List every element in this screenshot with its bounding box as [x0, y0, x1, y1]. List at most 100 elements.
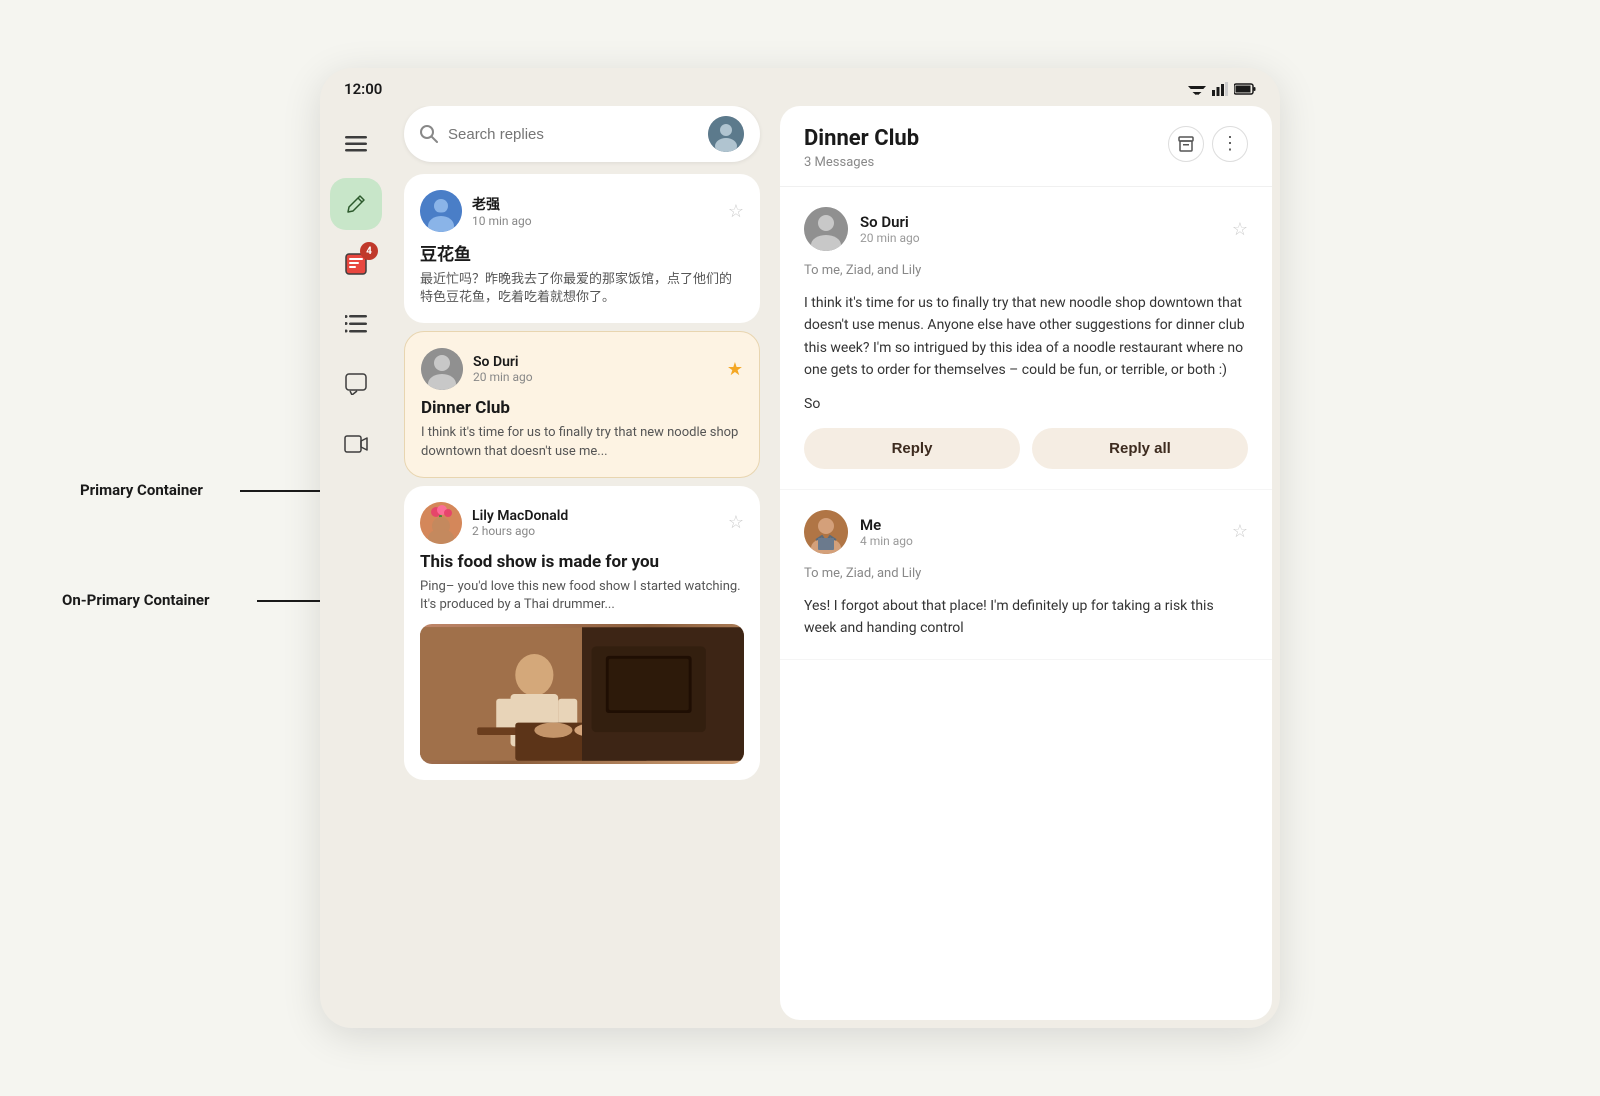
archive-icon: [1178, 136, 1194, 152]
sidebar-list-button[interactable]: [330, 298, 382, 350]
message-1-signature: So: [804, 396, 1248, 412]
phone-container: 12:00: [320, 68, 1280, 1028]
search-icon: [420, 125, 438, 143]
email-subject-2: Dinner Club: [421, 398, 743, 418]
message-1-to: To me, Ziad, and Lily: [804, 263, 1248, 278]
signal-icon: [1212, 82, 1228, 96]
status-icons: [1188, 82, 1256, 96]
sender-time-3: 2 hours ago: [472, 524, 568, 538]
main-area: 4: [320, 106, 1280, 1028]
annotation-primary-container: Primary Container: [80, 480, 203, 499]
star-icon-2[interactable]: ★: [727, 359, 743, 380]
message-avatar-so-duri: [804, 207, 848, 251]
star-icon-3[interactable]: ☆: [728, 512, 744, 533]
annotation-primary-label: Primary Container: [80, 481, 203, 499]
sender-details-1: 老强 10 min ago: [472, 194, 532, 228]
annotation-on-primary-container: On-Primary Container: [62, 590, 209, 609]
message-card-1: So Duri 20 min ago ☆ To me, Ziad, and Li…: [780, 187, 1272, 490]
email-card-2-header: So Duri 20 min ago ★: [421, 348, 743, 390]
annotation-on-primary-label: On-Primary Container: [62, 591, 209, 609]
list-icon: [345, 315, 367, 333]
message-1-sender: So Duri 20 min ago: [804, 207, 920, 251]
message-2-to: To me, Ziad, and Lily: [804, 566, 1248, 581]
message-1-sender-name: So Duri: [860, 213, 920, 231]
email-sender-info-3: Lily MacDonald 2 hours ago: [420, 502, 568, 544]
reply-button[interactable]: Reply: [804, 428, 1020, 469]
email-preview-1: 最近忙吗？昨晚我去了你最爱的那家饭馆，点了他们的特色豆花鱼，吃着吃着就想你了。: [420, 271, 744, 307]
chat-icon: [345, 373, 367, 395]
detail-subtitle: 3 Messages: [804, 155, 919, 170]
email-list: 老强 10 min ago ☆ 豆花鱼 最近忙吗？昨晚我去了你最爱的那家饭馆，点…: [392, 174, 772, 1028]
pencil-icon: [346, 194, 366, 214]
hamburger-icon: [345, 136, 367, 152]
message-2-sender-info: Me 4 min ago: [860, 516, 913, 548]
message-2-body: Yes! I forgot about that place! I'm defi…: [804, 595, 1248, 640]
sender-time-1: 10 min ago: [472, 214, 532, 228]
wifi-icon: [1188, 82, 1206, 96]
message-1-body: I think it's time for us to finally try …: [804, 292, 1248, 382]
so-duri-avatar-list-svg: [421, 348, 463, 390]
user-avatar: [708, 116, 744, 152]
avatar-lao-qiang: [420, 190, 462, 232]
email-sender-info-1: 老强 10 min ago: [420, 190, 532, 232]
sidebar: 4: [320, 106, 392, 1028]
so-duri-detail-avatar-svg: [804, 207, 848, 251]
more-options-button[interactable]: ⋮: [1212, 126, 1248, 162]
battery-icon: [1234, 83, 1256, 95]
sender-name-3: Lily MacDonald: [472, 508, 568, 524]
lily-avatar-svg: [420, 502, 462, 544]
message-1-header: So Duri 20 min ago ☆: [804, 207, 1248, 251]
sender-name-2: So Duri: [473, 354, 533, 370]
detail-title-area: Dinner Club 3 Messages: [804, 126, 919, 170]
email-list-panel: 老强 10 min ago ☆ 豆花鱼 最近忙吗？昨晚我去了你最爱的那家饭馆，点…: [392, 106, 772, 1028]
email-card-1[interactable]: 老强 10 min ago ☆ 豆花鱼 最近忙吗？昨晚我去了你最爱的那家饭馆，点…: [404, 174, 760, 323]
detail-panel: Dinner Club 3 Messages ⋮: [780, 106, 1272, 1020]
me-avatar-svg: [804, 510, 848, 554]
archive-button[interactable]: [1168, 126, 1204, 162]
detail-body: So Duri 20 min ago ☆ To me, Ziad, and Li…: [780, 187, 1272, 1020]
message-1-time: 20 min ago: [860, 231, 920, 245]
detail-header: Dinner Club 3 Messages ⋮: [780, 106, 1272, 187]
message-card-2: Me 4 min ago ☆ To me, Ziad, and Lily Yes…: [780, 490, 1272, 661]
sidebar-compose-button[interactable]: [330, 178, 382, 230]
video-icon: [344, 435, 368, 453]
sender-details-2: So Duri 20 min ago: [473, 354, 533, 384]
search-bar[interactable]: [404, 106, 760, 162]
inbox-badge: 4: [360, 242, 378, 260]
reply-all-button[interactable]: Reply all: [1032, 428, 1248, 469]
email-preview-3: Ping– you'd love this new food show I st…: [420, 578, 744, 614]
lao-qiang-avatar-svg: [420, 190, 462, 232]
message-2-star[interactable]: ☆: [1232, 521, 1248, 542]
user-avatar-svg: [708, 116, 744, 152]
sender-details-3: Lily MacDonald 2 hours ago: [472, 508, 568, 538]
food-show-image: [420, 624, 744, 764]
sidebar-inbox-button[interactable]: 4: [330, 238, 382, 290]
message-1-star[interactable]: ☆: [1232, 219, 1248, 240]
email-subject-3: This food show is made for you: [420, 552, 744, 572]
message-2-sender: Me 4 min ago: [804, 510, 913, 554]
message-2-header: Me 4 min ago ☆: [804, 510, 1248, 554]
email-subject-1: 豆花鱼: [420, 240, 744, 265]
search-input[interactable]: [448, 126, 698, 143]
message-avatar-me: [804, 510, 848, 554]
email-card-3[interactable]: Lily MacDonald 2 hours ago ☆ This food s…: [404, 486, 760, 780]
email-card-2[interactable]: So Duri 20 min ago ★ Dinner Club I think…: [404, 331, 760, 477]
message-1-sender-info: So Duri 20 min ago: [860, 213, 920, 245]
reply-buttons: Reply Reply all: [804, 428, 1248, 469]
sidebar-chat-button[interactable]: [330, 358, 382, 410]
sidebar-video-button[interactable]: [330, 418, 382, 470]
detail-actions: ⋮: [1168, 126, 1248, 162]
message-2-sender-name: Me: [860, 516, 913, 534]
avatar-lily: [420, 502, 462, 544]
sender-time-2: 20 min ago: [473, 370, 533, 384]
status-time: 12:00: [344, 80, 382, 98]
more-options-icon: ⋮: [1221, 135, 1239, 153]
email-sender-info-2: So Duri 20 min ago: [421, 348, 533, 390]
star-icon-1[interactable]: ☆: [728, 201, 744, 222]
email-preview-2: I think it's time for us to finally try …: [421, 424, 743, 460]
email-card-1-header: 老强 10 min ago ☆: [420, 190, 744, 232]
sender-name-1: 老强: [472, 194, 532, 214]
avatar-so-duri-list: [421, 348, 463, 390]
sidebar-menu-icon[interactable]: [330, 118, 382, 170]
status-bar: 12:00: [320, 68, 1280, 106]
